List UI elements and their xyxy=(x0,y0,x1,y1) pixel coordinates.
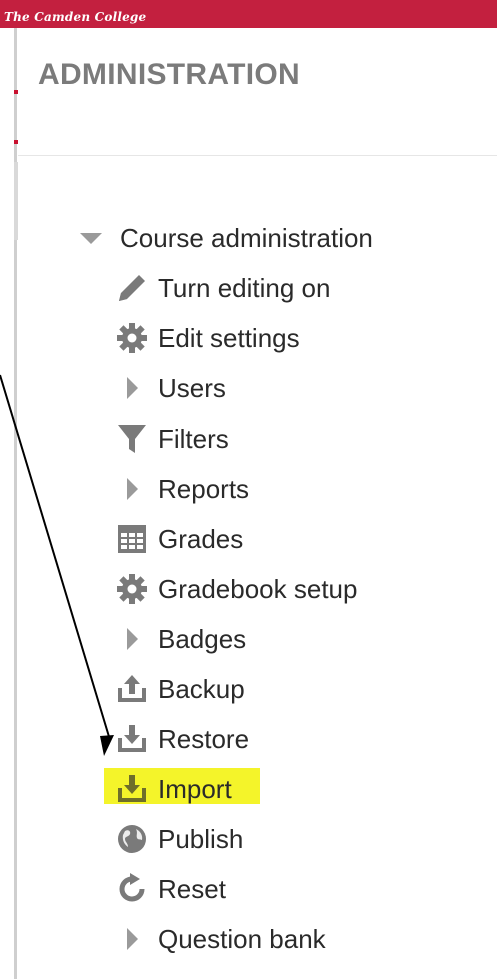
caret-down-icon xyxy=(78,220,104,256)
menu-item-publish[interactable]: Publish xyxy=(114,821,243,857)
upload-icon xyxy=(114,671,150,707)
menu-item-label: Question bank xyxy=(158,924,326,954)
caret-right-icon xyxy=(114,471,150,507)
menu-item-label: Badges xyxy=(158,624,247,654)
caret-right-icon xyxy=(114,921,150,957)
menu-item-grades[interactable]: Grades xyxy=(114,521,243,557)
menu-item-users[interactable]: Users xyxy=(114,370,226,406)
pencil-icon xyxy=(114,270,150,306)
menu-item-label: Users xyxy=(158,373,226,403)
filter-icon xyxy=(114,421,150,457)
menu-item-reports[interactable]: Reports xyxy=(114,471,249,507)
globe-icon xyxy=(114,821,150,857)
menu-item-filters[interactable]: Filters xyxy=(114,421,229,457)
menu-item-course-administration[interactable]: Course administration xyxy=(78,220,373,256)
gear-icon xyxy=(114,320,150,356)
table-icon xyxy=(114,521,150,557)
menu-item-label: Reset xyxy=(158,874,226,904)
menu-item-label: Edit settings xyxy=(158,323,300,353)
gear-icon xyxy=(114,571,150,607)
refresh-icon xyxy=(114,871,150,907)
menu-item-label: Grades xyxy=(158,524,244,554)
menu-item-reset[interactable]: Reset xyxy=(114,871,226,907)
menu-item-restore[interactable]: Restore xyxy=(114,721,249,757)
menu-item-label: Gradebook setup xyxy=(158,574,358,604)
menu-item-label: Filters xyxy=(158,424,229,454)
download-icon xyxy=(114,721,150,757)
menu-item-turn-editing-on[interactable]: Turn editing on xyxy=(114,270,330,306)
menu-item-badges[interactable]: Badges xyxy=(114,621,246,657)
menu-item-label: Reports xyxy=(158,474,250,504)
course-administration-menu: Course administration Turn editing on Ed… xyxy=(0,0,497,979)
menu-item-label: Restore xyxy=(158,724,250,754)
caret-right-icon xyxy=(114,621,150,657)
download-icon xyxy=(114,771,150,807)
caret-right-icon xyxy=(114,370,150,406)
menu-item-label: Turn editing on xyxy=(158,273,331,303)
menu-item-label: Publish xyxy=(158,824,244,854)
menu-item-edit-settings[interactable]: Edit settings xyxy=(114,320,300,356)
menu-item-backup[interactable]: Backup xyxy=(114,671,245,707)
menu-item-question-bank[interactable]: Question bank xyxy=(114,921,326,957)
screenshot-page: The Camden College ADMINISTRATION Course… xyxy=(0,0,497,979)
menu-item-label: Import xyxy=(158,774,232,804)
menu-item-label: Backup xyxy=(158,674,245,704)
menu-item-gradebook-setup[interactable]: Gradebook setup xyxy=(114,571,357,607)
menu-item-label: Course administration xyxy=(120,223,373,253)
menu-item-import[interactable]: Import xyxy=(114,771,232,807)
